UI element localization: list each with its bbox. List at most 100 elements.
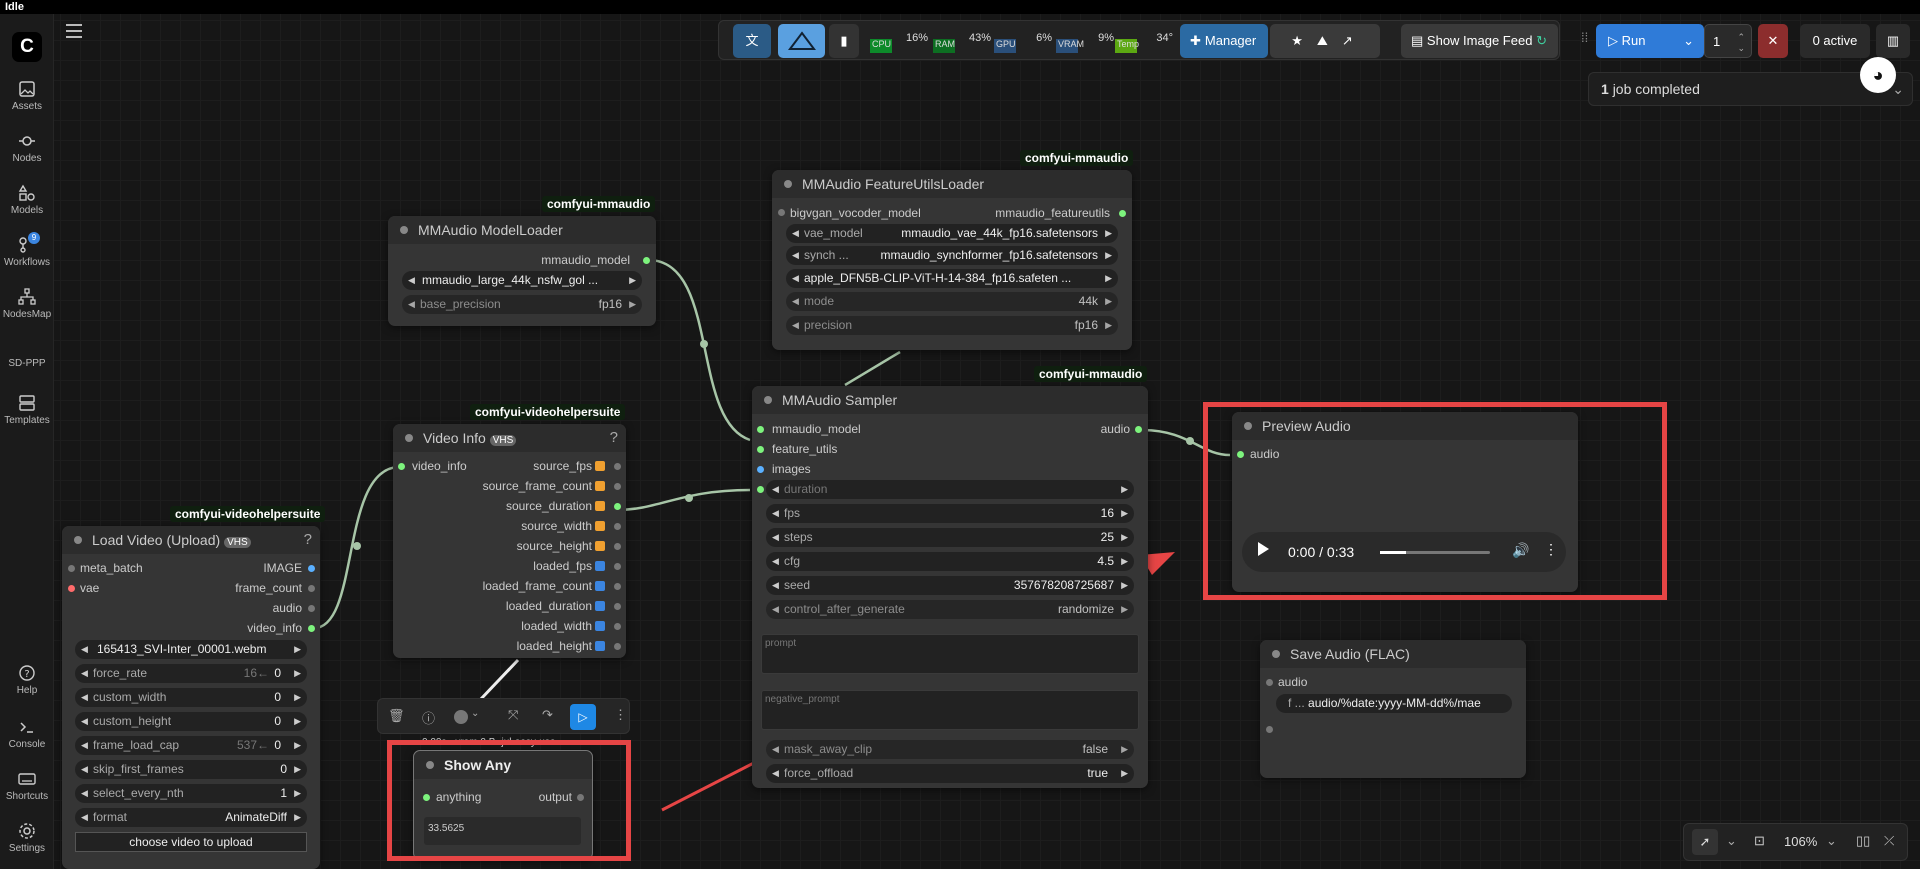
widget-filename-prefix[interactable]: f ... audio/%date:yyyy-MM-dd%/mae <box>1276 694 1512 713</box>
socket[interactable] <box>1266 726 1273 733</box>
output-socket[interactable] <box>1135 426 1142 433</box>
show-image-feed-button[interactable]: ▤ Show Image Feed ↻ <box>1401 24 1558 58</box>
widget-force-rate[interactable]: force_rate16←0 <box>75 664 307 683</box>
node-load-video-upload[interactable]: Load Video (Upload) VHS ? meta_batch vae… <box>62 526 320 869</box>
choose-video-button[interactable]: choose video to upload <box>75 832 307 852</box>
volume-icon[interactable]: 🔊 <box>1512 542 1529 559</box>
output-socket[interactable] <box>614 583 621 590</box>
help-icon[interactable]: ? <box>304 531 312 548</box>
chevron-down-icon[interactable]: ⌄ <box>471 708 479 719</box>
input-socket[interactable] <box>757 426 764 433</box>
audio-player[interactable]: 0:00 / 0:33 🔊 ⋮ <box>1242 532 1566 572</box>
active-queue[interactable]: 0 active <box>1800 24 1870 58</box>
output-socket[interactable] <box>614 543 621 550</box>
output-socket[interactable] <box>614 603 621 610</box>
widget-vae-model[interactable]: vae_modelmmaudio_vae_44k_fp16.safetensor… <box>786 224 1118 243</box>
sidebar-item-models[interactable]: Models <box>0 184 54 216</box>
star-icon[interactable]: ★ <box>1291 33 1303 48</box>
widget-precision[interactable]: precisionfp16 <box>786 316 1118 335</box>
widget-steps[interactable]: steps25 <box>766 528 1134 547</box>
run-button[interactable]: ▷ Run ⌄ <box>1596 24 1704 58</box>
output-socket[interactable] <box>614 563 621 570</box>
output-socket[interactable] <box>308 625 315 632</box>
input-socket[interactable] <box>423 794 430 801</box>
toggle-force-offload[interactable]: force_offloadtrue <box>766 764 1134 783</box>
drag-handle-icon[interactable]: ⁞⁞ <box>1581 30 1588 45</box>
share-icon[interactable]: ↗ <box>1342 33 1353 48</box>
widget-fps[interactable]: fps16 <box>766 504 1134 523</box>
cancel-button[interactable]: ✕ <box>1758 24 1788 58</box>
batch-count-input[interactable]: 1 ⌃ ⌄ <box>1704 24 1752 58</box>
sidebar-item-nodesmap[interactable]: NodesMap <box>0 288 54 320</box>
output-socket[interactable] <box>614 623 621 630</box>
input-socket[interactable] <box>68 565 75 572</box>
pointer-icon[interactable]: ➚ <box>1692 829 1718 855</box>
sidebar-item-nodes[interactable]: Nodes <box>0 132 54 164</box>
widget-format[interactable]: formatAnimateDiff <box>75 808 307 827</box>
input-socket[interactable] <box>1266 679 1273 686</box>
node-show-any[interactable]: Show Any anything output 33.5625 <box>413 750 593 860</box>
sidebar-item-settings[interactable]: Settings <box>0 822 54 854</box>
more-icon[interactable]: ⋮ <box>1544 541 1558 558</box>
logo-button[interactable] <box>778 24 825 58</box>
prompt-textarea[interactable]: prompt <box>761 634 1139 674</box>
input-socket[interactable] <box>1237 451 1244 458</box>
output-socket[interactable] <box>614 483 621 490</box>
output-socket[interactable] <box>308 565 315 572</box>
widget-base-precision[interactable]: base_precisionfp16 <box>402 295 642 314</box>
sidebar-item-sdppp[interactable]: SD-PPP <box>0 358 54 369</box>
input-socket[interactable] <box>778 209 785 216</box>
refresh-icon[interactable]: ↷ <box>542 707 553 723</box>
node-video-info[interactable]: Video Info VHS ? video_info source_fps so… <box>393 424 626 658</box>
input-socket[interactable] <box>757 466 764 473</box>
output-socket[interactable] <box>614 463 621 470</box>
panel-toggle-button[interactable]: ▥ <box>1876 24 1910 58</box>
input-socket[interactable] <box>398 463 405 470</box>
widget-frame-load-cap[interactable]: frame_load_cap537←0 <box>75 736 307 755</box>
widget-video-file[interactable]: 165413_SVI-Inter_00001.webm <box>75 640 307 659</box>
mountain-icon[interactable]: ⛰ <box>1317 33 1328 48</box>
bookmark-button[interactable]: ▮ <box>829 24 859 58</box>
sidebar-item-console[interactable]: Console <box>0 718 54 750</box>
translate-button[interactable]: 文 <box>733 24 771 58</box>
color-picker-icon[interactable] <box>454 710 468 724</box>
info-icon[interactable]: ⓘ <box>422 708 435 727</box>
help-icon[interactable]: ? <box>610 429 618 446</box>
output-socket[interactable] <box>614 523 621 530</box>
widget-select-every-nth[interactable]: select_every_nth1 <box>75 784 307 803</box>
node-save-audio[interactable]: Save Audio (FLAC) audio f ... audio/%dat… <box>1260 640 1526 778</box>
chevron-down-icon[interactable]: ⌄ <box>1683 24 1694 58</box>
play-icon[interactable] <box>1258 542 1269 556</box>
toggle-mask-away-clip[interactable]: mask_away_clipfalse <box>766 740 1134 759</box>
widget-custom-width[interactable]: custom_width0 <box>75 688 307 707</box>
audio-progress[interactable] <box>1380 551 1490 554</box>
node-preview-audio[interactable]: Preview Audio audio 0:00 / 0:33 🔊 ⋮ <box>1232 412 1578 592</box>
output-socket[interactable] <box>643 257 650 264</box>
sidebar-item-shortcuts[interactable]: Shortcuts <box>0 770 54 802</box>
output-socket[interactable] <box>614 643 621 650</box>
output-socket[interactable] <box>577 794 584 801</box>
chevron-down-icon[interactable]: ⌄ <box>1826 833 1837 849</box>
node-mmaudio-sampler[interactable]: MMAudio Sampler mmaudio_model feature_ut… <box>752 386 1148 788</box>
sidebar-item-workflows[interactable]: 9 Workflows <box>0 232 54 268</box>
input-socket[interactable] <box>757 446 764 453</box>
zoom-level[interactable]: 106% <box>1784 834 1817 849</box>
widget-mode[interactable]: mode44k <box>786 292 1118 311</box>
bypass-icon[interactable]: ⤧ <box>508 707 518 723</box>
trash-icon[interactable]: 🗑 <box>388 708 405 724</box>
sidebar-item-assets[interactable]: Assets <box>0 80 54 112</box>
input-socket[interactable] <box>757 486 764 493</box>
widget-seed[interactable]: seed357678208725687 <box>766 576 1134 595</box>
widget-synchformer[interactable]: synch ...mmaudio_synchformer_fp16.safete… <box>786 246 1118 265</box>
output-socket[interactable] <box>614 503 621 510</box>
node-mmaudio-featureutilsloader[interactable]: MMAudio FeatureUtilsLoader bigvgan_vocod… <box>772 170 1132 350</box>
fit-view-icon[interactable]: ⊡ <box>1754 833 1765 849</box>
manager-button[interactable]: ✚ Manager <box>1180 24 1268 58</box>
chevron-down-icon[interactable]: ⌄ <box>1726 833 1737 849</box>
map-icon[interactable]: ▯▯ <box>1856 833 1870 849</box>
widget-custom-height[interactable]: custom_height0 <box>75 712 307 731</box>
widget-clip-model[interactable]: apple_DFN5B-CLIP-ViT-H-14-384_fp16.safet… <box>786 269 1118 288</box>
widget-control-after-generate[interactable]: control_after_generaterandomize <box>766 600 1134 619</box>
node-mmaudio-modelloader[interactable]: MMAudio ModelLoader mmaudio_model mmaudi… <box>388 216 656 326</box>
more-icon[interactable]: ⋮ <box>614 707 627 723</box>
